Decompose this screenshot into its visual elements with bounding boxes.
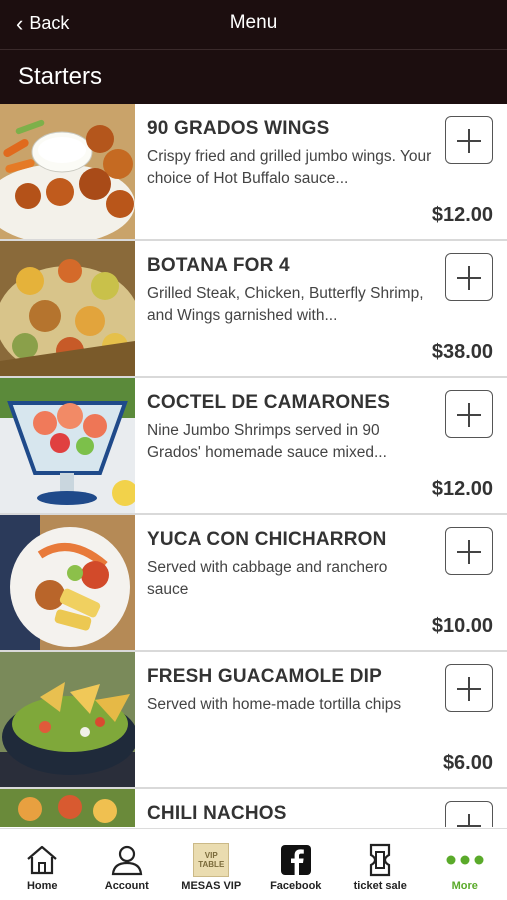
item-price: $12.00 [431,204,493,226]
item-name: CHILI NACHOS [147,803,287,824]
tab-label: Home [26,880,58,892]
item-description: Nine Jumbo Shrimps served in 90 Grados' … [147,422,387,461]
section-header: Starters [0,50,507,104]
coctel-image [0,378,135,513]
more-icon [423,843,507,877]
ticket-icon [338,843,423,877]
nachos-image [0,789,135,827]
add-item-button[interactable] [445,253,493,301]
add-item-button[interactable] [445,801,493,827]
item-price: $38.00 [431,341,493,363]
bottom-tab-bar: Home Account VIP TABLE MESAS VIP Faceboo… [0,828,507,900]
page-title: Menu [229,12,278,33]
menu-item[interactable]: BOTANA FOR 4 Grilled Steak, Chicken, But… [0,241,507,378]
item-description: Served with cabbage and ranchero sauce [147,559,388,598]
menu-item[interactable]: FRESH GUACAMOLE DIP Served with home-mad… [0,652,507,789]
menu-list[interactable]: 90 GRADOS WINGS Crispy fried and grilled… [0,104,507,827]
wings-image [0,104,135,239]
item-description: Crispy fried and grilled jumbo wings. Yo… [147,148,432,187]
tab-ticket-sale[interactable]: ticket sale [338,829,423,900]
tab-more[interactable]: More [423,829,507,900]
menu-item[interactable]: COCTEL DE CAMARONES Nine Jumbo Shrimps s… [0,378,507,515]
item-description: Grilled Steak, Chicken, Butterfly Shrimp… [147,285,424,324]
item-name: FRESH GUACAMOLE DIP [147,666,382,687]
add-item-button[interactable] [445,527,493,575]
item-name: YUCA CON CHICHARRON [147,529,387,550]
item-name: COCTEL DE CAMARONES [147,392,391,413]
botana-image [0,241,135,376]
home-icon [0,843,85,877]
item-price: $12.00 [431,478,493,500]
add-item-button[interactable] [445,116,493,164]
top-navigation-bar: ‹ Back Menu [0,0,507,49]
tab-label: Account [104,880,149,892]
tab-account[interactable]: Account [85,829,170,900]
tab-label: Facebook [270,880,322,892]
menu-item[interactable]: YUCA CON CHICHARRON Served with cabbage … [0,515,507,652]
item-description: Served with home-made tortilla chips [147,696,402,713]
tab-label: MESAS VIP [181,880,242,892]
tab-home[interactable]: Home [0,829,85,900]
account-icon [85,843,170,877]
tab-mesas-vip[interactable]: VIP TABLE MESAS VIP [169,829,254,900]
vip-table-icon: VIP TABLE [169,843,254,877]
menu-item[interactable]: CHILI NACHOS [0,789,507,827]
item-name: BOTANA FOR 4 [147,255,290,276]
add-item-button[interactable] [445,390,493,438]
section-title: Starters [18,63,103,90]
item-price: $6.00 [442,752,493,774]
tab-label: More [451,880,478,892]
yuca-image [0,515,135,650]
menu-item[interactable]: 90 GRADOS WINGS Crispy fried and grilled… [0,104,507,241]
tab-facebook[interactable]: Facebook [254,829,339,900]
item-name: 90 GRADOS WINGS [147,118,330,139]
facebook-icon [254,843,339,877]
add-item-button[interactable] [445,664,493,712]
guacamole-image [0,652,135,787]
tab-label: ticket sale [353,880,407,892]
item-price: $10.00 [431,615,493,637]
